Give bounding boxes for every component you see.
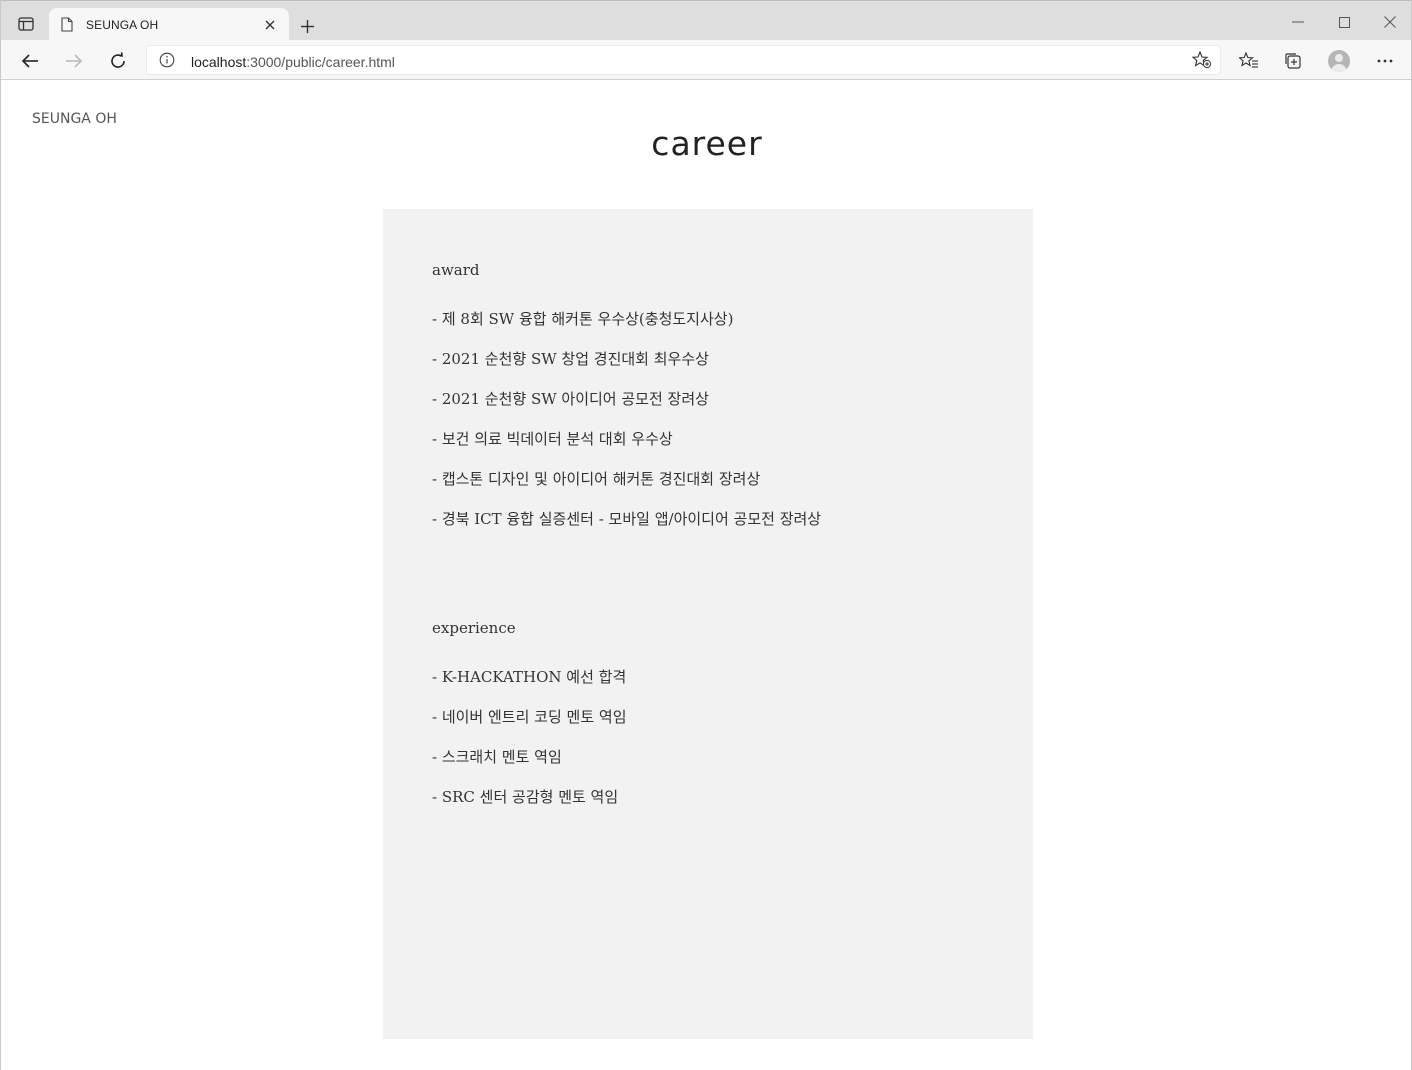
url-host: localhost [191, 54, 247, 70]
list-item: - 네이버 엔트리 코딩 멘토 역임 [432, 708, 627, 726]
avatar [1328, 50, 1350, 72]
info-icon[interactable] [159, 52, 175, 73]
more-icon[interactable] [1370, 48, 1400, 74]
document-icon [61, 17, 73, 37]
tab-title: SEUNGA OH [86, 18, 159, 32]
back-arrow-icon[interactable] [16, 48, 44, 74]
forward-arrow-icon[interactable] [60, 48, 88, 74]
section-heading-award: award [432, 261, 480, 279]
window-close-icon[interactable] [1377, 11, 1403, 33]
browser-window: SEUNGA OH localhost:3000/public/career.h… [0, 0, 1412, 80]
plus-icon[interactable] [296, 15, 318, 37]
minimize-icon[interactable] [1285, 11, 1311, 33]
award-section: award - 제 8회 SW 융합 해커톤 우수상(충청도지사상) - 202… [432, 261, 821, 550]
favorites-icon[interactable] [1234, 48, 1264, 74]
browser-toolbar: localhost:3000/public/career.html [1, 40, 1411, 80]
experience-section: experience - K-HACKATHON 예선 합격 - 네이버 엔트리… [432, 619, 627, 828]
address-bar[interactable]: localhost:3000/public/career.html [146, 45, 1221, 75]
list-item: - 제 8회 SW 융합 해커톤 우수상(충청도지사상) [432, 310, 734, 328]
browser-tab[interactable]: SEUNGA OH [49, 8, 289, 41]
tab-strip: SEUNGA OH [1, 0, 1411, 41]
tab-actions-icon[interactable] [11, 10, 41, 38]
list-item: - K-HACKATHON 예선 합격 [432, 668, 627, 686]
url-path: :3000/public/career.html [246, 54, 395, 70]
list-item: - 2021 순천향 SW 아이디어 공모전 장려상 [432, 390, 709, 408]
url-text: localhost:3000/public/career.html [191, 54, 395, 70]
refresh-icon[interactable] [104, 48, 132, 74]
list-item: - 2021 순천향 SW 창업 경진대회 최우수상 [432, 350, 709, 368]
page-title: career [651, 124, 763, 163]
career-panel: award - 제 8회 SW 융합 해커톤 우수상(충청도지사상) - 202… [383, 209, 1033, 1039]
close-icon[interactable] [263, 18, 277, 32]
list-item: - 보건 의료 빅데이터 분석 대회 우수상 [432, 430, 673, 448]
list-item: - 스크래치 멘토 역임 [432, 748, 562, 766]
list-item: - 경북 ICT 융합 실증센터 - 모바일 앱/아이디어 공모전 장려상 [432, 510, 822, 528]
section-heading-experience: experience [432, 619, 516, 637]
maximize-icon[interactable] [1331, 11, 1357, 33]
profile-avatar-icon[interactable] [1324, 48, 1354, 74]
list-item: - SRC 센터 공감형 멘토 역임 [432, 788, 619, 806]
page-viewport: SEUNGA OH career award - 제 8회 SW 융합 해커톤 … [0, 80, 1412, 1070]
award-list: - 제 8회 SW 융합 해커톤 우수상(충청도지사상) - 2021 순천향 … [432, 310, 821, 550]
experience-list: - K-HACKATHON 예선 합격 - 네이버 엔트리 코딩 멘토 역임 -… [432, 668, 627, 828]
collections-icon[interactable] [1278, 48, 1308, 74]
star-add-icon[interactable] [1191, 50, 1212, 74]
list-item: - 캡스톤 디자인 및 아이디어 해커톤 경진대회 장려상 [432, 470, 761, 488]
